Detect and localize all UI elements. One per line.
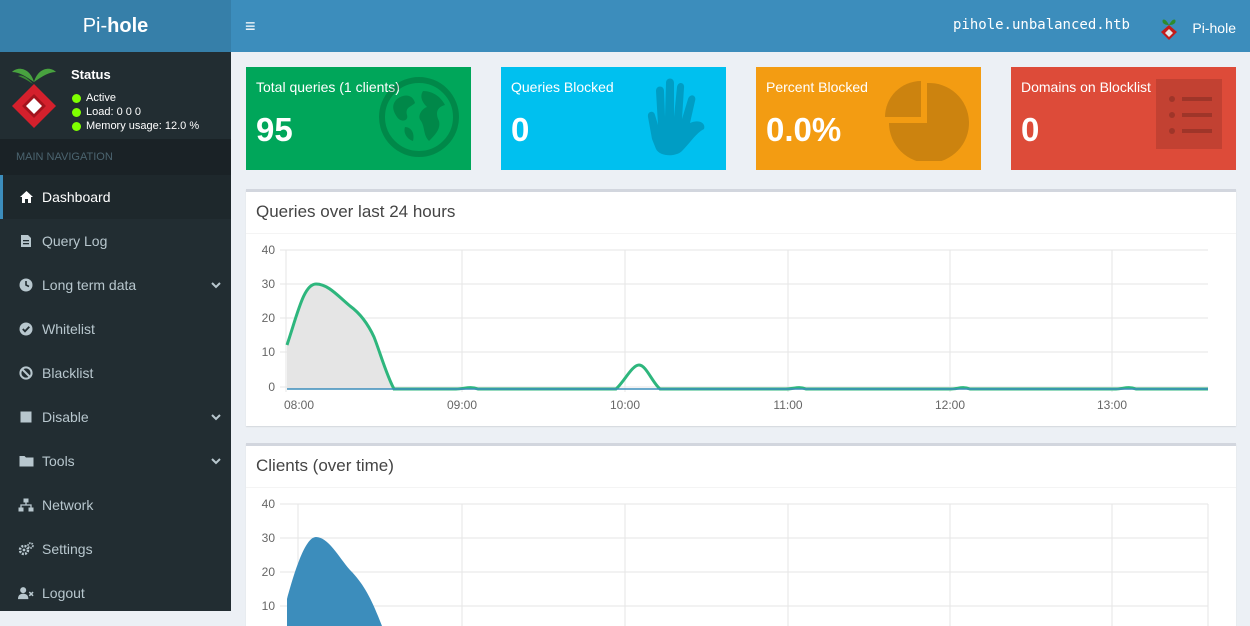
chart-grid bbox=[280, 503, 1209, 626]
globe-icon bbox=[379, 77, 459, 157]
domains-on-blocklist-box: Domains on Blocklist 0 bbox=[1011, 67, 1236, 170]
queries-total-line bbox=[285, 282, 1208, 391]
status-title: Status bbox=[71, 67, 111, 82]
y-tick-label: 20 bbox=[262, 565, 276, 579]
x-tick-label: 13:00 bbox=[1097, 398, 1127, 412]
queries-blocked-label: Queries Blocked bbox=[511, 79, 614, 95]
sidebar-item-label: Whitelist bbox=[42, 321, 95, 337]
list-icon bbox=[1156, 79, 1222, 149]
chevron-down-icon bbox=[211, 439, 221, 483]
y-tick-label: 0 bbox=[268, 380, 275, 394]
stop-icon bbox=[18, 409, 34, 425]
y-tick-label: 20 bbox=[262, 311, 276, 325]
x-tick-label: 08:00 bbox=[284, 398, 314, 412]
user-name: Pi-hole bbox=[1192, 20, 1236, 36]
sidebar-item-label: Tools bbox=[42, 453, 75, 469]
queries-blocked-box: Queries Blocked 0 bbox=[501, 67, 726, 170]
sidebar-toggle-button[interactable]: ≡ bbox=[245, 13, 256, 39]
clients-over-time-panel: Clients (over time) 40 30 20 10 bbox=[246, 443, 1236, 626]
status-load: Load: 0 0 0 bbox=[72, 106, 141, 118]
user-times-icon bbox=[18, 585, 34, 601]
status-active-label: Active bbox=[86, 92, 116, 104]
clients-over-time-chart[interactable]: 40 30 20 10 bbox=[246, 446, 1236, 626]
sidebar-item-label: Settings bbox=[42, 541, 93, 557]
sidebar-item-network[interactable]: Network bbox=[0, 483, 231, 527]
sidebar-item-label: Disable bbox=[42, 409, 89, 425]
main-navigation-header: MAIN NAVIGATION bbox=[0, 139, 231, 175]
hand-icon bbox=[647, 78, 705, 156]
sidebar-item-whitelist[interactable]: Whitelist bbox=[0, 307, 231, 351]
status-memory: Memory usage: 12.0 % bbox=[72, 120, 199, 132]
status-dot-icon bbox=[72, 93, 81, 103]
status-dot-icon bbox=[72, 107, 81, 117]
home-icon bbox=[18, 189, 34, 205]
sidebar-item-tools[interactable]: Tools bbox=[0, 439, 231, 483]
sidebar-item-blacklist[interactable]: Blacklist bbox=[0, 351, 231, 395]
percent-blocked-box: Percent Blocked 0.0% bbox=[756, 67, 981, 170]
sidebar-item-long-term-data[interactable]: Long term data bbox=[0, 263, 231, 307]
queries-over-time-panel: Queries over last 24 hours 40 30 20 10 0… bbox=[246, 189, 1236, 426]
status-memory-label: Memory usage: 12.0 % bbox=[86, 120, 200, 132]
chevron-down-icon bbox=[211, 263, 221, 307]
pihole-raspberry-icon bbox=[12, 68, 56, 128]
hostname-label: pihole.unbalanced.htb bbox=[952, 17, 1130, 33]
chevron-down-icon bbox=[211, 395, 221, 439]
x-tick-label: 09:00 bbox=[447, 398, 477, 412]
user-menu[interactable]: Pi-hole bbox=[1158, 15, 1236, 41]
status-load-label: Load: 0 0 0 bbox=[86, 106, 142, 118]
clock-icon bbox=[18, 277, 34, 293]
sidebar-item-label: Dashboard bbox=[42, 189, 111, 205]
gears-icon bbox=[18, 541, 34, 557]
sidebar-item-label: Query Log bbox=[42, 233, 108, 249]
pie-chart-icon bbox=[885, 81, 969, 161]
top-navbar: ≡ pihole.unbalanced.htb Pi-hole bbox=[231, 0, 1250, 52]
queries-blocked-value: 0 bbox=[511, 111, 530, 148]
raspberry-icon bbox=[1161, 19, 1178, 40]
total-queries-value: 95 bbox=[256, 111, 293, 148]
network-icon bbox=[18, 497, 34, 513]
sidebar-item-query-log[interactable]: Query Log bbox=[0, 219, 231, 263]
logo-text-prefix: Pi- bbox=[82, 14, 108, 37]
domains-blocklist-label: Domains on Blocklist bbox=[1021, 79, 1151, 95]
y-tick-label: 10 bbox=[262, 345, 276, 359]
folder-icon bbox=[18, 453, 34, 469]
sidebar-item-settings[interactable]: Settings bbox=[0, 527, 231, 571]
sidebar-item-disable[interactable]: Disable bbox=[0, 395, 231, 439]
y-tick-label: 40 bbox=[262, 243, 276, 257]
chart-grid bbox=[280, 249, 1208, 392]
ban-icon bbox=[18, 365, 34, 381]
domains-blocklist-value: 0 bbox=[1021, 111, 1040, 148]
y-tick-label: 30 bbox=[262, 277, 276, 291]
percent-blocked-label: Percent Blocked bbox=[766, 79, 868, 95]
status-dot-icon bbox=[72, 121, 81, 131]
y-tick-label: 40 bbox=[262, 497, 276, 511]
sidebar-item-dashboard[interactable]: Dashboard bbox=[0, 175, 231, 219]
sidebar: Status Active Load: 0 0 0 Memory usage: … bbox=[0, 52, 231, 611]
x-tick-label: 11:00 bbox=[773, 398, 802, 412]
y-tick-label: 30 bbox=[262, 531, 276, 545]
clients-area bbox=[287, 537, 382, 626]
logo-text-bold: hole bbox=[107, 14, 149, 37]
sidebar-item-label: Long term data bbox=[42, 277, 137, 293]
status-active: Active bbox=[72, 92, 116, 104]
sidebar-item-label: Blacklist bbox=[42, 365, 94, 381]
queries-over-time-chart[interactable]: 40 30 20 10 0 08:00 09:00 10:00 11:00 12… bbox=[246, 192, 1236, 426]
x-tick-label: 10:00 bbox=[610, 398, 640, 412]
sidebar-item-label: Network bbox=[42, 497, 94, 513]
pihole-logo[interactable]: Pi-hole bbox=[0, 0, 231, 52]
file-icon bbox=[18, 233, 34, 249]
x-tick-label: 12:00 bbox=[935, 398, 965, 412]
sidebar-item-label: Logout bbox=[42, 585, 85, 601]
check-circle-icon bbox=[18, 321, 34, 337]
status-panel: Status Active Load: 0 0 0 Memory usage: … bbox=[0, 52, 231, 139]
percent-blocked-value: 0.0% bbox=[766, 111, 842, 148]
sidebar-item-logout[interactable]: Logout bbox=[0, 571, 231, 615]
total-queries-box: Total queries (1 clients) 95 bbox=[246, 67, 471, 170]
